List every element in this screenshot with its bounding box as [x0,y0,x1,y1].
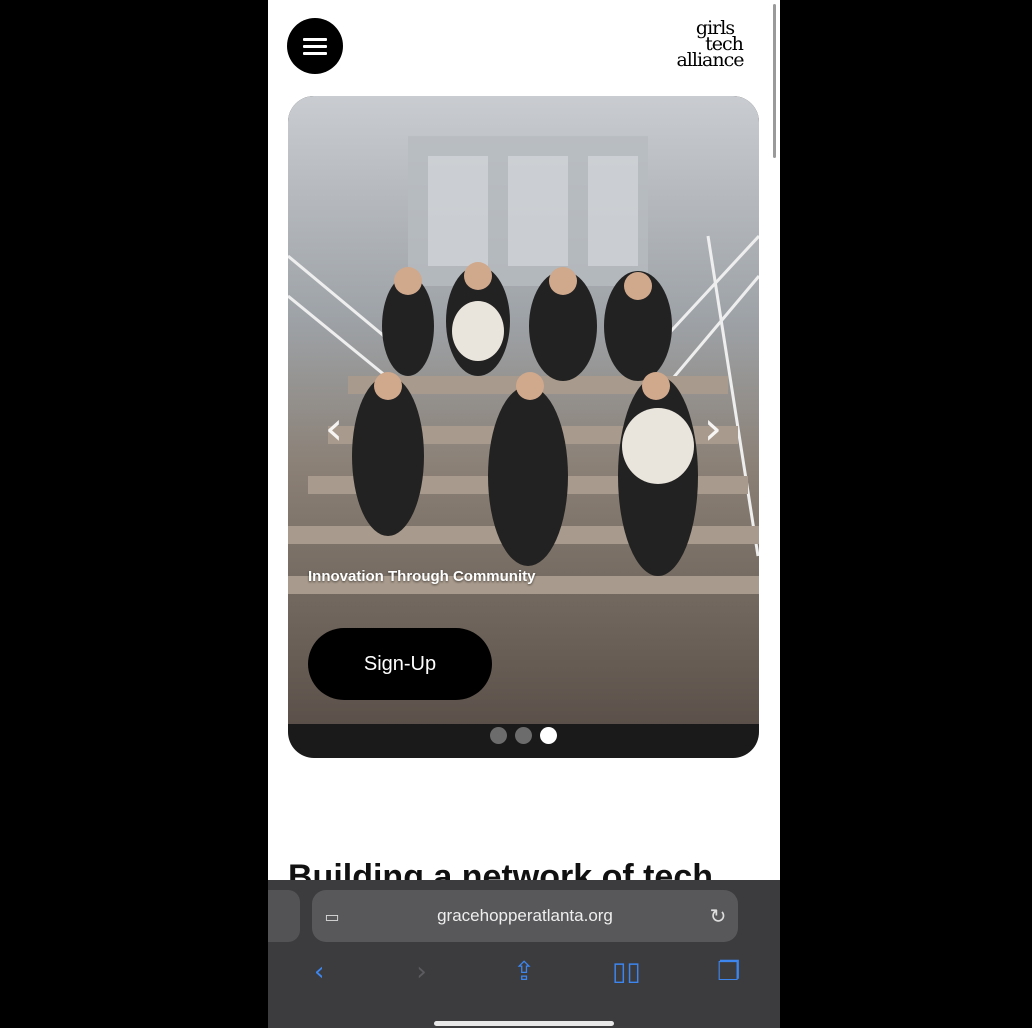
carousel-dot[interactable] [515,727,532,744]
bookmarks-icon[interactable]: ▯▯ [606,957,646,987]
share-icon[interactable]: ⇪ [504,957,544,987]
carousel-pagination [288,727,759,744]
hamburger-icon-bar [303,44,327,48]
menu-button[interactable] [287,18,343,74]
carousel-next-button[interactable]: › [693,404,733,452]
logo-line: alliance [676,49,744,71]
back-icon[interactable]: ‹ [299,957,339,987]
carousel-dot[interactable] [490,727,507,744]
hamburger-icon-bar [303,37,327,41]
hero-tagline: Innovation Through Community [308,568,536,585]
page-scrollbar[interactable] [773,4,776,158]
browser-toolbar: ‹ › ⇪ ▯▯ ❐ [268,952,780,992]
url-text: gracehopperatlanta.org [437,906,613,925]
signup-button[interactable]: Sign-Up [308,628,492,700]
tabs-icon[interactable]: ❐ [709,957,749,987]
browser-chrome: ▭ gracehopperatlanta.org ↻ ‹ › ⇪ ▯▯ ❐ [268,880,780,1028]
hero-carousel: ‹ › Innovation Through Community Sign-Up [288,96,759,758]
chevron-left-icon: ‹ [324,401,344,455]
previous-tab-stub[interactable] [268,890,300,942]
carousel-dot-active[interactable] [540,727,557,744]
chevron-right-icon: › [703,401,723,455]
address-bar[interactable]: ▭ gracehopperatlanta.org ↻ [312,890,738,942]
carousel-prev-button[interactable]: ‹ [314,404,354,452]
reader-mode-icon[interactable]: ▭ [312,907,352,926]
mobile-page: girls tech alliance ‹ › Innovation Throu… [268,0,780,1028]
brand-logo[interactable]: girls tech alliance [664,19,756,76]
forward-icon[interactable]: › [402,957,442,987]
home-indicator[interactable] [434,1021,614,1026]
reload-icon[interactable]: ↻ [698,904,738,928]
hamburger-icon-bar [303,51,327,55]
